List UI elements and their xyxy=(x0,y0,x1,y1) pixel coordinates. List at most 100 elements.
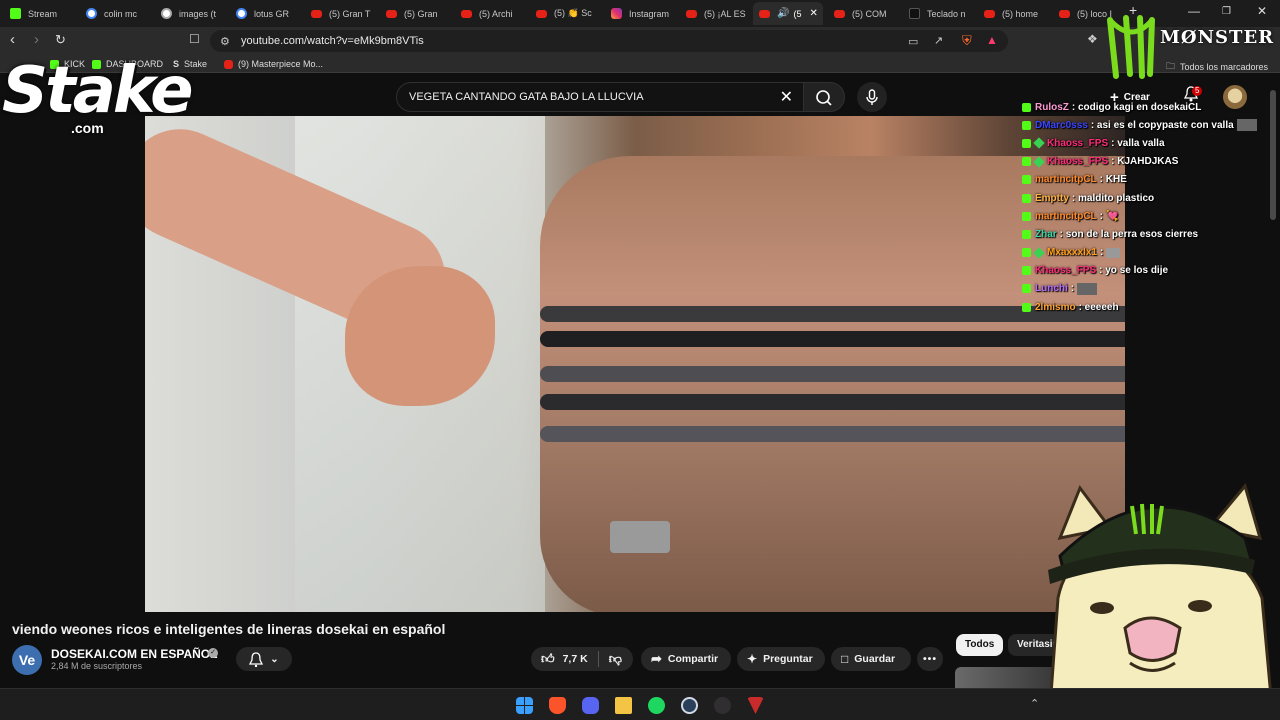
tab-youtube-7[interactable]: (5) home xyxy=(978,2,1050,25)
steam-icon[interactable] xyxy=(681,697,698,714)
chat-text: : xyxy=(1099,210,1104,222)
cat-nose xyxy=(1123,616,1182,662)
tab-youtube-1[interactable]: (5) Gran T xyxy=(305,2,377,25)
close-window-button[interactable]: ✕ xyxy=(1257,4,1267,18)
spotify-icon[interactable] xyxy=(648,697,665,714)
dislike-icon[interactable]: 👎︎ xyxy=(609,651,622,667)
chat-message: Khaoss_FPS: KJAHDJKAS xyxy=(1022,153,1272,171)
reload-icon[interactable]: ↻ xyxy=(55,32,66,48)
bookmarks-bar: KICK DASHBOARD S Stake (9) Masterpiece Mo… xyxy=(0,55,1280,73)
kick-badge-icon xyxy=(1022,211,1031,221)
tekno-icon[interactable] xyxy=(747,697,764,714)
chat-message: 2lmismo: eeeeeh xyxy=(1022,298,1272,316)
monster-claw-logo-icon xyxy=(1107,15,1155,79)
subscription-bell-button[interactable]: ⌄ xyxy=(236,647,292,671)
chat-username: Khaoss_FPS xyxy=(1035,265,1097,277)
chat-emote: 💘 xyxy=(1106,210,1119,222)
tab-active[interactable]: 🔊 (5 ✕ xyxy=(753,2,823,25)
share-icon[interactable]: ↗ xyxy=(934,34,943,47)
channel-name[interactable]: DOSEKAI.COM EN ESPAÑOL xyxy=(51,647,217,661)
chevron-down-icon: ⌄ xyxy=(270,653,279,665)
tab-teclado[interactable]: Teclado n xyxy=(903,2,975,25)
chat-text: : xyxy=(1070,283,1075,295)
back-button[interactable]: ‹ xyxy=(10,31,15,48)
site-settings-icon[interactable]: ⚙ xyxy=(220,35,230,48)
brave-icon[interactable] xyxy=(549,697,566,714)
chat-message: martincitpCL: KHE xyxy=(1022,171,1272,189)
windows-start-icon[interactable] xyxy=(516,697,533,714)
more-actions-button[interactable]: ••• xyxy=(917,647,943,671)
search-button[interactable] xyxy=(803,82,845,112)
bookmark-masterpiece[interactable]: (9) Masterpiece Mo... xyxy=(224,59,323,69)
tray-chevron-up-icon[interactable]: ⌃ xyxy=(1030,697,1039,710)
verified-badge-icon: ✓ xyxy=(208,648,218,658)
tab-lotus[interactable]: lotus GR xyxy=(230,2,302,25)
channel-avatar[interactable]: Ve xyxy=(12,645,42,675)
cast-icon[interactable]: ▭ xyxy=(908,35,918,48)
url-text[interactable]: youtube.com/watch?v=eMk9bm8VTis xyxy=(241,35,424,47)
cat-eye-right xyxy=(1188,600,1212,612)
video-player[interactable] xyxy=(145,116,1125,612)
chat-message: Zhar: son de la perra esos cierres xyxy=(1022,225,1272,243)
all-bookmarks[interactable]: 🗀 Todos los marcadores xyxy=(1166,59,1268,75)
tab-youtube-6[interactable]: (5) COM xyxy=(828,2,900,25)
chat-username: Khaoss_FPS xyxy=(1047,137,1109,149)
tab-images[interactable]: images (t xyxy=(155,2,227,25)
save-button[interactable]: □ Guardar xyxy=(831,647,911,671)
bookmark-icon[interactable]: ☐ xyxy=(189,32,200,46)
like-icon[interactable]: 👍︎ xyxy=(541,651,555,667)
chat-username: DMarc0sss xyxy=(1035,119,1088,131)
like-count[interactable]: 7,7 K xyxy=(563,653,588,665)
obs-icon[interactable] xyxy=(714,697,731,714)
tab-youtube-5[interactable]: (5) ¡AL ES xyxy=(680,2,752,25)
globe-icon xyxy=(161,8,172,19)
extensions-icon[interactable]: ❖ xyxy=(1087,32,1098,46)
voice-search-button[interactable] xyxy=(857,82,887,112)
discord-icon[interactable] xyxy=(582,697,599,714)
search-query[interactable]: VEGETA CANTANDO GATA BAJO LA LLUCVIA xyxy=(409,91,644,103)
tab-youtube-3[interactable]: (5) Archi xyxy=(455,2,527,25)
address-bar[interactable]: ⚙ youtube.com/watch?v=eMk9bm8VTis ▭ ↗ ⛨ … xyxy=(210,30,1008,52)
tekno-icon xyxy=(909,8,920,19)
tab-instagram[interactable]: Instagram xyxy=(605,2,677,25)
kick-badge-icon xyxy=(1022,175,1031,185)
subscriber-gem-icon xyxy=(1033,155,1045,168)
minimize-button[interactable]: — xyxy=(1188,4,1200,18)
zipper-band xyxy=(540,366,1125,382)
more-horizontal-icon: ••• xyxy=(922,653,938,665)
folder-icon: 🗀 xyxy=(1166,61,1176,71)
search-input[interactable]: VEGETA CANTANDO GATA BAJO LA LLUCVIA ✕ xyxy=(396,82,804,112)
file-explorer-icon[interactable] xyxy=(615,697,632,714)
tab-youtube-2[interactable]: (5) Gran xyxy=(380,2,452,25)
subscriber-gem-icon xyxy=(1033,246,1045,259)
forward-button[interactable]: › xyxy=(34,31,39,48)
kick-badge-icon xyxy=(1022,138,1031,148)
close-tab-icon[interactable]: ✕ xyxy=(809,8,817,19)
chat-emote-image xyxy=(1077,282,1098,295)
chip-todos[interactable]: Todos xyxy=(956,634,1004,656)
tab-stream[interactable]: Stream xyxy=(4,2,76,25)
suitcase-lock xyxy=(610,521,670,553)
tab-youtube-4[interactable]: (5) 👏 Sc xyxy=(530,2,602,25)
maximize-button[interactable]: ❐ xyxy=(1222,6,1231,17)
chat-username: martincitpCL xyxy=(1035,210,1097,222)
kick-badge-icon xyxy=(1022,193,1031,203)
clear-search-icon[interactable]: ✕ xyxy=(780,87,793,107)
chat-emote-image xyxy=(1236,119,1257,132)
monster-wordmark: MØNSTER xyxy=(1160,27,1275,48)
kick-badge-icon xyxy=(1022,284,1031,294)
page-scrollbar[interactable] xyxy=(1270,90,1276,220)
chat-message: martincitpCL: 💘 xyxy=(1022,207,1272,225)
chat-text: : codigo kagi en dosekaiCL xyxy=(1071,101,1202,113)
youtube-icon xyxy=(536,9,547,18)
chat-text: : KJAHDJKAS xyxy=(1111,156,1179,168)
brave-rewards-icon[interactable]: ▲ xyxy=(986,33,998,47)
tab-colin[interactable]: colin mc xyxy=(80,2,152,25)
brave-shield-icon[interactable]: ⛨ xyxy=(962,33,972,49)
ask-button[interactable]: ✦ Preguntar xyxy=(737,647,825,671)
chat-text: : valla valla xyxy=(1111,137,1165,149)
chat-message: Lunchi: xyxy=(1022,280,1272,298)
share-button[interactable]: ➦ Compartir xyxy=(641,647,731,671)
chat-username: Mxaxxxlx1 xyxy=(1047,247,1098,259)
speaker-icon[interactable]: 🔊 xyxy=(777,8,789,19)
